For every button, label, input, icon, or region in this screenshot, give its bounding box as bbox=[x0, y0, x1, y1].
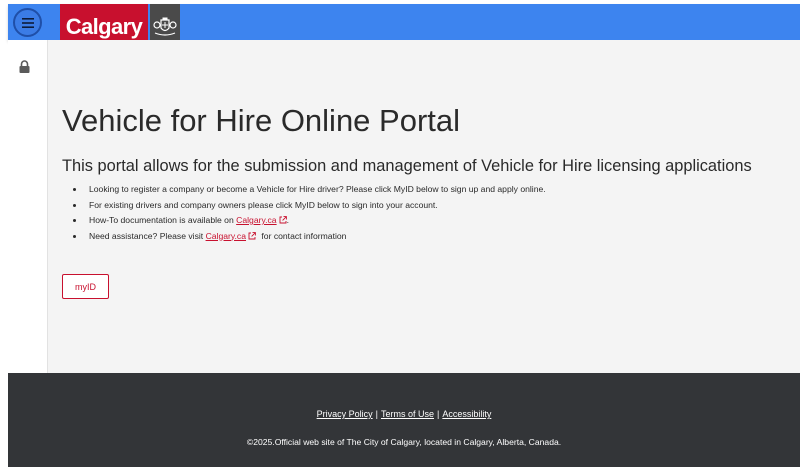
hamburger-menu-icon bbox=[21, 17, 34, 28]
menu-button[interactable] bbox=[13, 8, 42, 37]
info-list: Looking to register a company or become … bbox=[62, 182, 546, 244]
city-crest-icon bbox=[153, 17, 177, 36]
list-item: Looking to register a company or become … bbox=[62, 182, 546, 198]
list-item: For existing drivers and company owners … bbox=[62, 198, 546, 214]
footer-separator: | bbox=[375, 409, 378, 419]
calgary-ca-link[interactable]: Calgary.ca bbox=[206, 231, 246, 241]
footer-links: Privacy Policy | Terms of Use | Accessibilit… bbox=[8, 409, 800, 419]
accessibility-link[interactable]: Accessibility bbox=[442, 409, 491, 419]
calgary-ca-link[interactable]: Calgary.ca bbox=[236, 215, 276, 225]
bullet-icon bbox=[73, 188, 76, 191]
footer-separator: | bbox=[437, 409, 440, 419]
external-link-icon[interactable] bbox=[248, 231, 256, 240]
privacy-policy-link[interactable]: Privacy Policy bbox=[317, 409, 373, 419]
lock-icon[interactable] bbox=[19, 60, 30, 73]
list-item-text: Need assistance? Please visit bbox=[89, 230, 206, 241]
site-footer: Privacy Policy | Terms of Use | Accessibilit… bbox=[8, 373, 800, 467]
copyright-text: ©2025.Official web site of The City of C… bbox=[246, 437, 562, 447]
bullet-icon bbox=[73, 234, 76, 238]
list-item-text: . bbox=[286, 215, 289, 225]
page-title: Vehicle for Hire Online Portal bbox=[62, 103, 461, 138]
list-item: How-To documentation is available on Cal… bbox=[62, 213, 546, 229]
side-navigation-rail bbox=[8, 40, 48, 373]
myid-button[interactable]: myID bbox=[62, 274, 109, 299]
bullet-icon bbox=[73, 219, 76, 222]
main-content: Vehicle for Hire Online Portal This port… bbox=[48, 40, 800, 373]
logo-text: Calgary bbox=[65, 14, 143, 39]
external-link-icon[interactable] bbox=[279, 216, 287, 224]
list-item-text: For existing drivers and company owners … bbox=[89, 199, 438, 210]
list-item: Need assistance? Please visit Calgary.ca… bbox=[62, 229, 546, 245]
list-item-text: for contact information bbox=[259, 230, 347, 241]
terms-of-use-link[interactable]: Terms of Use bbox=[381, 409, 434, 419]
bullet-icon bbox=[73, 203, 76, 207]
page-subtitle: This portal allows for the submission an… bbox=[62, 157, 752, 175]
list-item-text: How-To documentation is available on bbox=[89, 215, 237, 225]
list-item-text: Looking to register a company or become … bbox=[89, 184, 546, 194]
